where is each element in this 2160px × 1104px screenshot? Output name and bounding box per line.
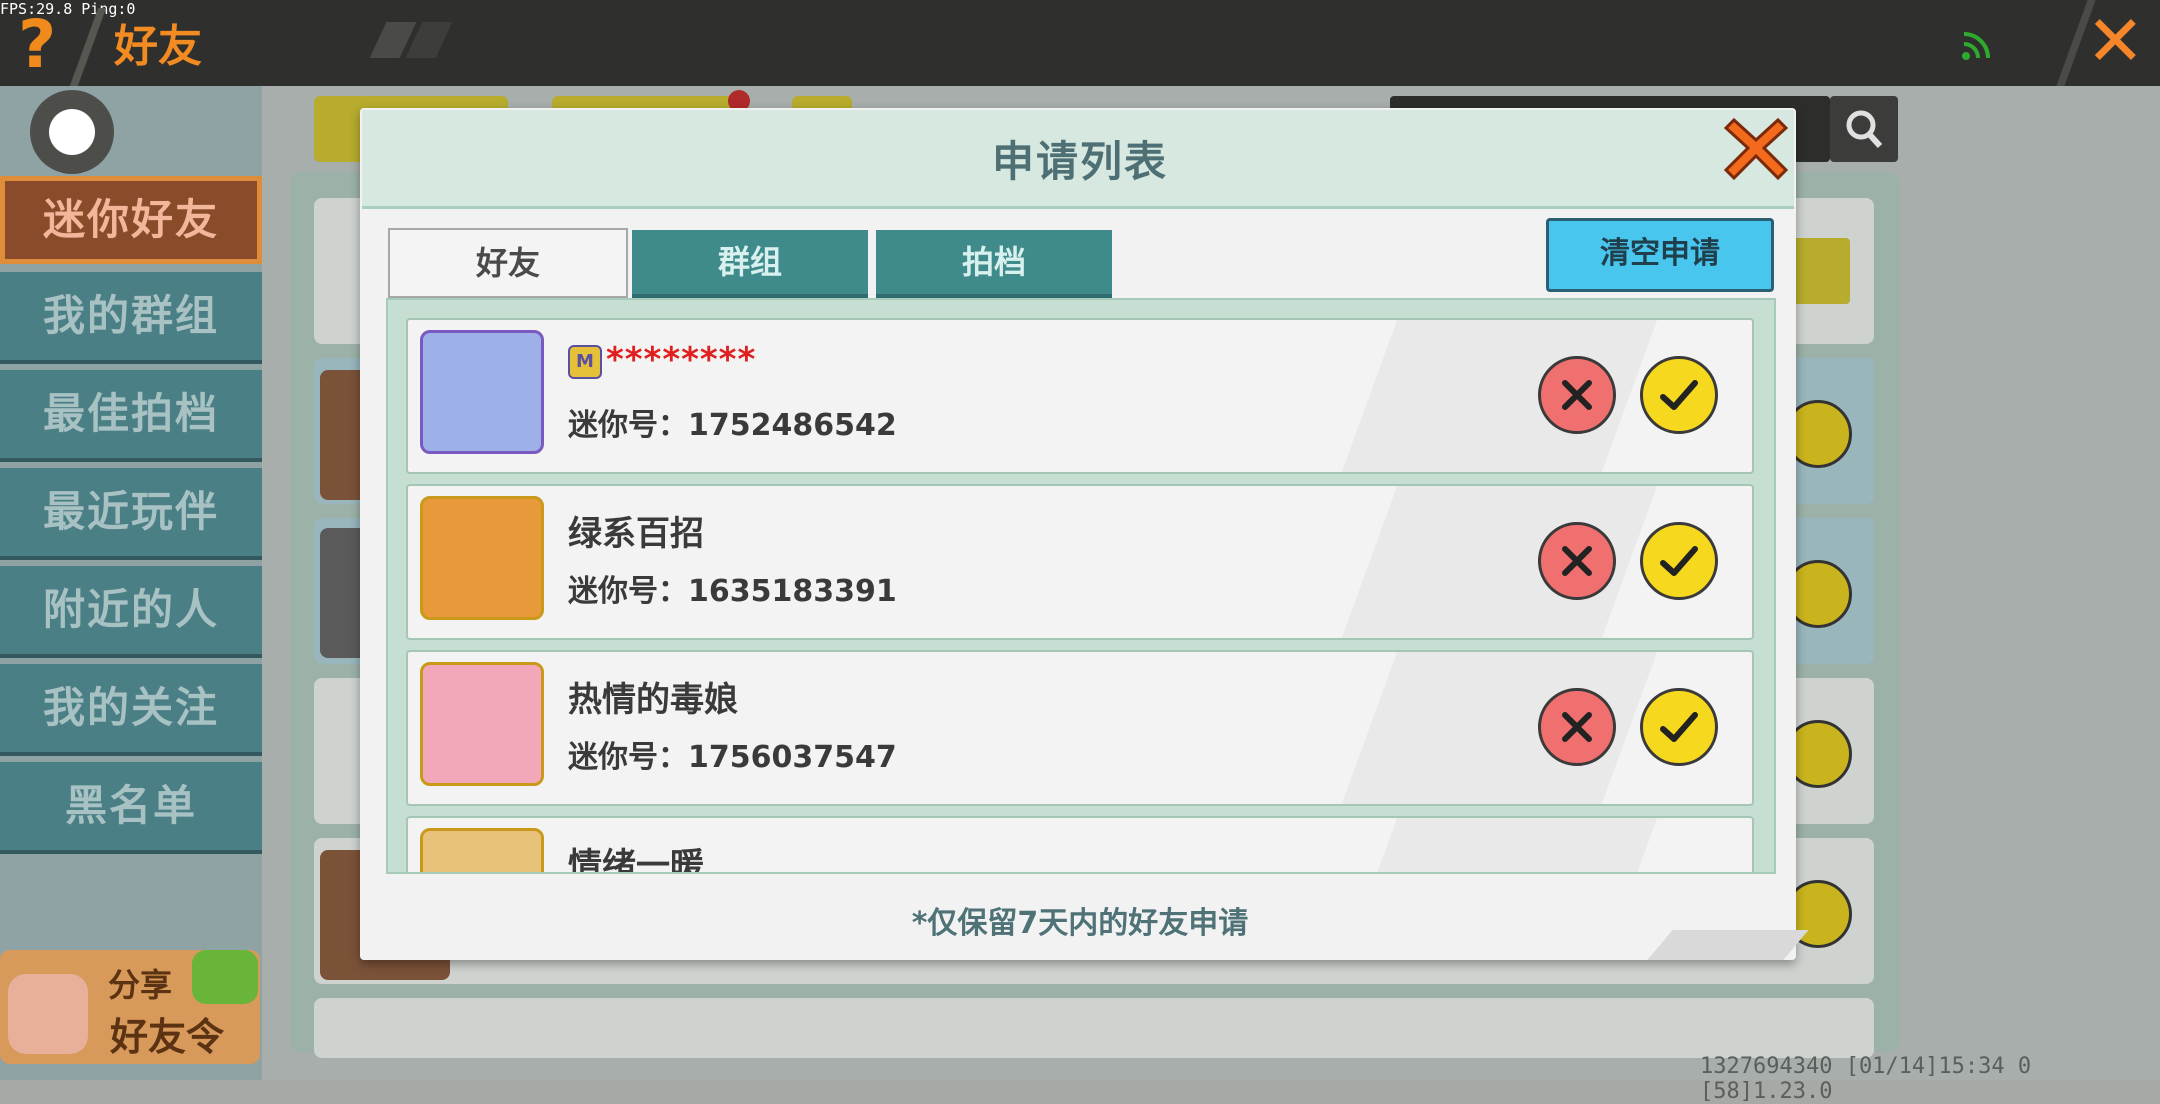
sidebar-item-blacklist[interactable]: 黑名单 <box>0 762 262 854</box>
accept-button[interactable] <box>1640 356 1718 434</box>
accept-button[interactable] <box>1640 522 1718 600</box>
request-name: 绿系百招 <box>568 514 704 554</box>
avatar[interactable] <box>420 496 544 620</box>
help-button[interactable]: ? <box>18 6 56 83</box>
mascot-icon <box>8 974 88 1054</box>
sidebar-item-recent-players[interactable]: 最近玩伴 <box>0 468 262 560</box>
close-icon[interactable] <box>1722 114 1790 182</box>
list-item: 热情的毒娘 迷你号：1756037547 <box>406 650 1754 806</box>
reject-button[interactable] <box>1538 688 1616 766</box>
mini-id: 迷你号：1635183391 <box>568 574 897 609</box>
request-name: M ******** <box>568 340 756 380</box>
share-label-2: 好友令 <box>110 1015 225 1059</box>
retention-note: *仅保留7天内的好友申请 <box>911 906 1249 941</box>
decoration <box>1338 818 1658 872</box>
close-icon[interactable]: ✕ <box>2086 6 2145 76</box>
list-item: 情绪一暖 <box>406 816 1754 874</box>
bg-row <box>314 998 1874 1058</box>
mini-id: 迷你号：1752486542 <box>568 408 897 443</box>
signal-icon <box>1962 32 1990 60</box>
share-label: 分享 <box>108 966 173 1004</box>
accept-button[interactable] <box>1640 688 1718 766</box>
sidebar-item-mini-friends[interactable]: 迷你好友 <box>0 176 262 264</box>
reject-button[interactable] <box>1538 522 1616 600</box>
page-title: 好友 <box>114 21 202 72</box>
avatar[interactable] <box>420 330 544 454</box>
sidebar-item-best-partner[interactable]: 最佳拍档 <box>0 370 262 462</box>
sidebar-item-nearby[interactable]: 附近的人 <box>0 566 262 658</box>
dialog-title: 申请列表 <box>991 137 1168 186</box>
avatar[interactable] <box>420 662 544 786</box>
top-bar <box>0 0 2160 86</box>
request-name: 热情的毒娘 <box>568 680 738 720</box>
build-info: 1327694340 [01/14]15:34 0 [58]1.23.0 <box>1700 1054 2032 1104</box>
request-name: 情绪一暖 <box>568 846 704 874</box>
tab-groups[interactable]: 群组 <box>632 230 868 298</box>
clear-requests-button[interactable]: 清空申请 <box>1546 218 1774 292</box>
membership-badge-icon: M <box>568 344 602 379</box>
mini-id: 迷你号：1756037547 <box>568 740 897 775</box>
avatar[interactable] <box>420 828 544 872</box>
wechat-icon <box>192 950 258 1004</box>
sidebar-item-my-groups[interactable]: 我的群组 <box>0 272 262 364</box>
tab-partners[interactable]: 拍档 <box>876 230 1112 298</box>
reject-button[interactable] <box>1538 356 1616 434</box>
request-list[interactable]: M ******** 迷你号：1752486542 绿系百招 迷你号：163518… <box>386 298 1776 874</box>
decoration <box>1647 930 1809 960</box>
list-item: M ******** 迷你号：1752486542 <box>406 318 1754 474</box>
sidebar-item-following[interactable]: 我的关注 <box>0 664 262 756</box>
tab-friends[interactable]: 好友 <box>388 228 628 298</box>
list-item: 绿系百招 迷你号：1635183391 <box>406 484 1754 640</box>
